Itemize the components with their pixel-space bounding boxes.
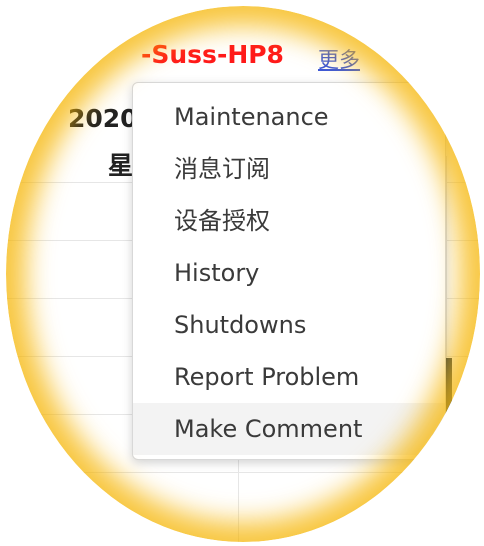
menu-item-device-authorization[interactable]: 设备授权 (133, 195, 445, 247)
more-link[interactable]: 更多 (318, 44, 360, 74)
menu-item-make-comment[interactable]: Make Comment (133, 403, 445, 455)
host-title: -Suss-HP8 (141, 40, 284, 69)
more-dropdown-menu: Maintenance 消息订阅 设备授权 History Shutdowns … (132, 82, 446, 460)
menu-item-report-problem[interactable]: Report Problem (133, 351, 445, 403)
magnifier-lens: -Suss-HP8 更多 2020 星 Maintenance 消息订阅 设备授… (6, 6, 480, 542)
grid-line (6, 472, 480, 473)
menu-item-maintenance[interactable]: Maintenance (133, 91, 445, 143)
menu-item-message-subscription[interactable]: 消息订阅 (133, 143, 445, 195)
calendar-weekday: 星 (108, 151, 134, 180)
menu-item-history[interactable]: History (133, 247, 445, 299)
grid-line (446, 156, 447, 542)
menu-item-shutdowns[interactable]: Shutdowns (133, 299, 445, 351)
calendar-date: 2020 (68, 104, 138, 133)
